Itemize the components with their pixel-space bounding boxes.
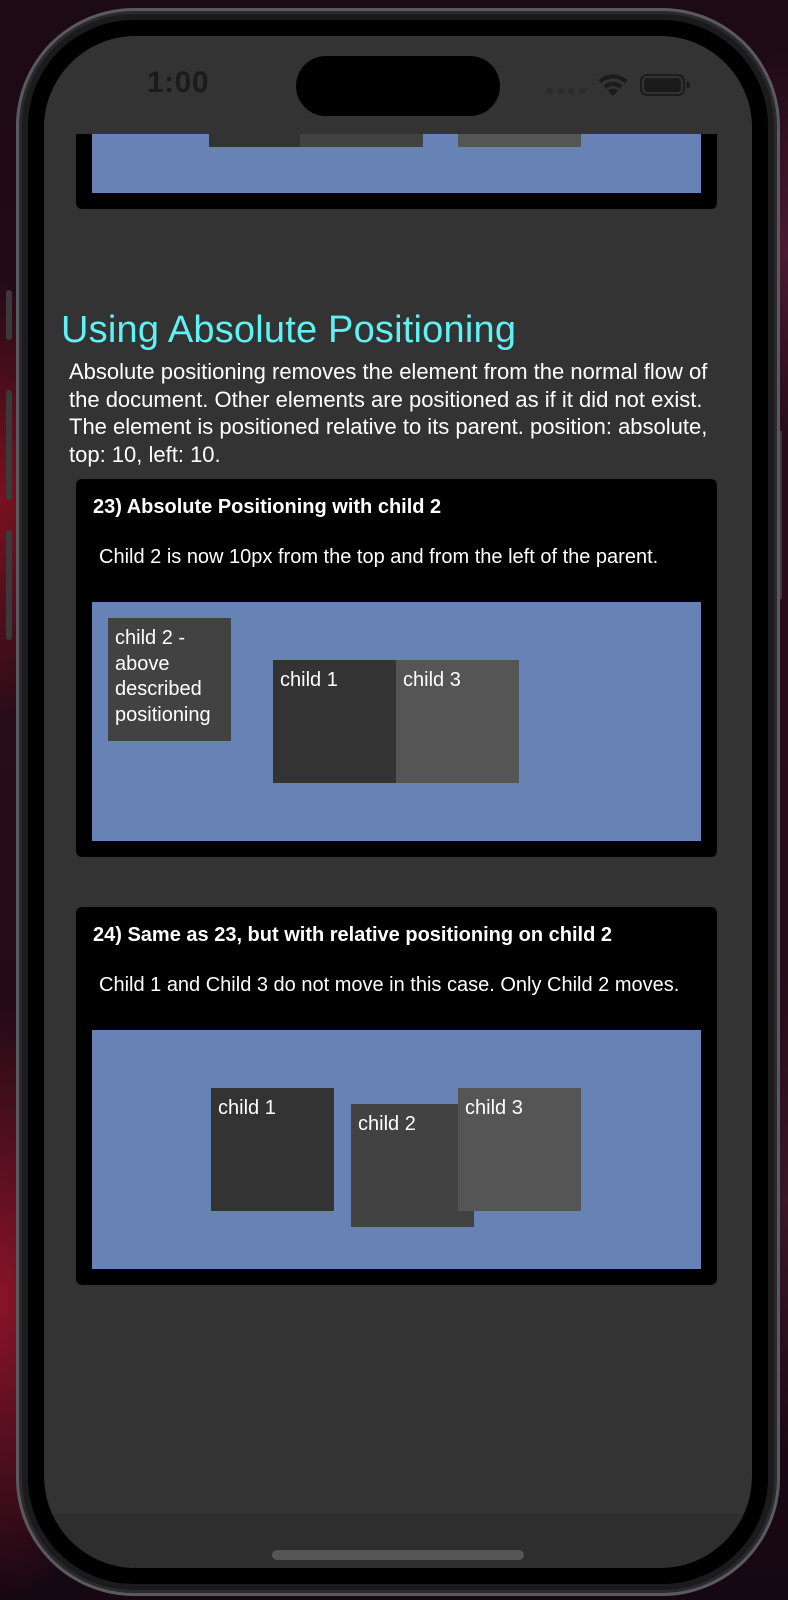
example-23-box: 23) Absolute Positioning with child 2 Ch… — [76, 479, 717, 857]
example-24-child-2-label: child 2 — [358, 1113, 416, 1135]
home-indicator[interactable] — [272, 1550, 524, 1560]
example-24-title: 24) Same as 23, but with relative positi… — [93, 924, 613, 946]
battery-icon — [640, 74, 690, 96]
previous-child-2 — [300, 134, 423, 147]
example-23-child-2: child 2 - above described positioning — [108, 618, 231, 741]
scroll-content[interactable]: Using Absolute Positioning Absolute posi… — [44, 134, 752, 1550]
example-23-child-3-label: child 3 — [403, 669, 461, 691]
volume-up-button — [6, 390, 12, 500]
example-24-child-3: child 3 — [458, 1088, 581, 1211]
example-23-child-3: child 3 — [396, 660, 519, 783]
example-24-box: 24) Same as 23, but with relative positi… — [76, 907, 717, 1285]
example-24-child-3-label: child 3 — [465, 1097, 523, 1119]
example-23-title: 23) Absolute Positioning with child 2 — [93, 496, 442, 518]
example-23-child-1: child 1 — [273, 660, 396, 783]
example-23-child-2-label: child 2 - above described positioning — [115, 627, 211, 726]
example-24-child-2: child 2 — [351, 1104, 474, 1227]
action-button — [6, 290, 12, 340]
signal-dots-icon — [546, 88, 586, 94]
section-heading: Using Absolute Positioning — [61, 309, 517, 351]
previous-example-stage — [92, 134, 701, 193]
section-paragraph: Absolute positioning removes the element… — [69, 359, 708, 467]
volume-down-button — [6, 530, 12, 640]
example-23-child-1-label: child 1 — [280, 669, 338, 691]
status-bar: 1:00 — [44, 36, 752, 134]
status-time: 1:00 — [147, 66, 210, 99]
dynamic-island — [296, 56, 500, 116]
example-24-child-1-label: child 1 — [218, 1097, 276, 1119]
example-23-description: Child 2 is now 10px from the top and fro… — [99, 546, 659, 568]
phone-screen: 1:00 Using Absolute Positioning Absolute… — [44, 36, 752, 1568]
wifi-icon — [598, 74, 628, 96]
example-23-stage: child 1 child 3 child 2 - above describe… — [92, 602, 701, 841]
example-24-child-1: child 1 — [211, 1088, 334, 1211]
example-24-stage: child 1 child 2 child 3 — [92, 1030, 701, 1269]
previous-child-3 — [458, 134, 581, 147]
example-24-description: Child 1 and Child 3 do not move in this … — [99, 974, 680, 996]
previous-example-box — [76, 134, 717, 209]
